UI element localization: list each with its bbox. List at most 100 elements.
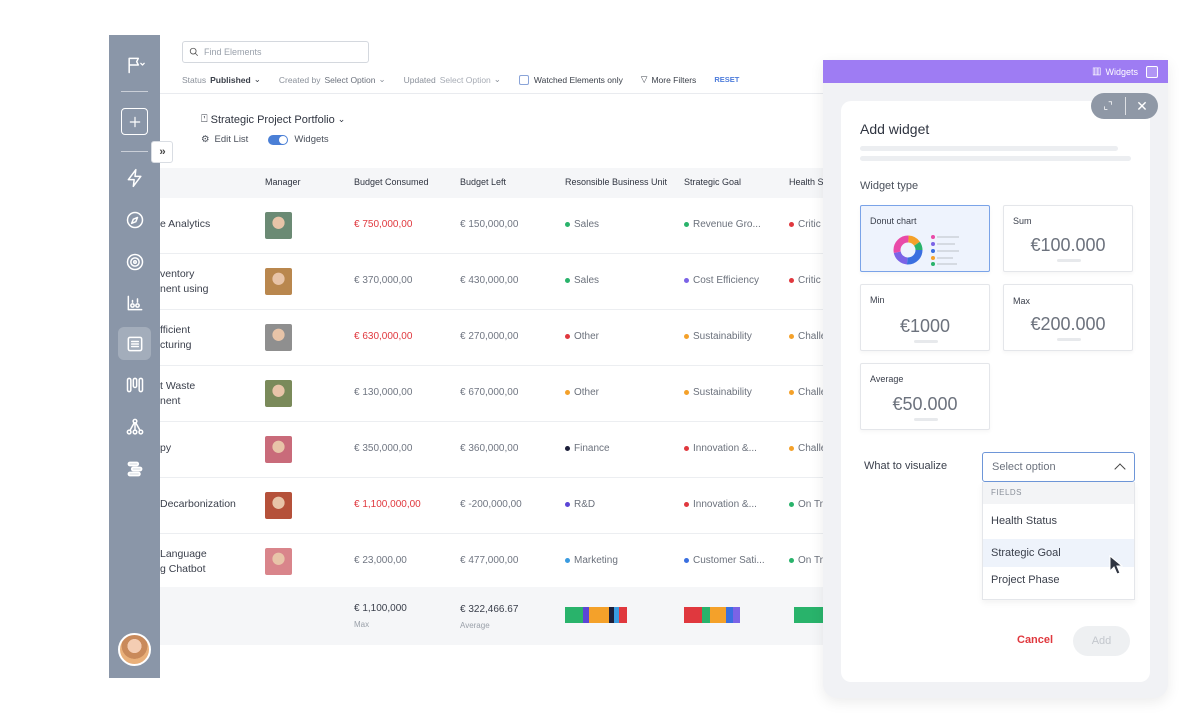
cancel-button[interactable]: Cancel <box>1017 634 1053 646</box>
project-name-line: Decarbonization <box>160 498 236 510</box>
project-name[interactable]: Language g Chatbot <box>160 547 207 577</box>
health-status-tag-label: On Tr <box>798 499 824 510</box>
project-name[interactable]: e Analytics <box>160 217 210 232</box>
column-header-strategic-goal[interactable]: Strategic Goal <box>684 177 741 187</box>
status-dot <box>684 222 689 227</box>
max-tile[interactable]: Max €200.000 <box>1003 284 1133 351</box>
bookmark-icon: ⍞ <box>201 113 208 125</box>
manager-avatar[interactable] <box>265 492 292 519</box>
business-unit-tag: R&D <box>565 499 595 510</box>
project-name[interactable]: Decarbonization <box>160 497 236 512</box>
health-status-tag: Challe <box>789 387 826 398</box>
health-status-distribution-bar <box>794 607 823 623</box>
option-health-status[interactable]: Health Status <box>983 507 1134 535</box>
list-view-icon[interactable] <box>122 331 148 357</box>
health-status-tag: Challe <box>789 443 826 454</box>
project-name[interactable]: fficient cturing <box>160 323 192 353</box>
status-dot <box>789 502 794 507</box>
manager-avatar[interactable] <box>265 436 292 463</box>
collapse-icon[interactable]: ⌞⌝ <box>1091 101 1125 112</box>
project-name[interactable]: ventory nent using <box>160 267 208 297</box>
strategic-goal-tag: Cost Efficiency <box>684 275 759 286</box>
min-tile[interactable]: Min €1000 <box>860 284 990 351</box>
manager-avatar[interactable] <box>265 380 292 407</box>
budget-left: € 360,000,00 <box>460 443 519 454</box>
network-icon[interactable] <box>122 414 148 440</box>
status-filter[interactable]: Status Published ⌄ <box>182 74 261 85</box>
project-name-line: e Analytics <box>160 218 211 230</box>
project-name[interactable]: t Waste nent <box>160 379 195 409</box>
chart-icon[interactable] <box>122 290 148 316</box>
donut-chart-tile[interactable]: Donut chart <box>860 205 990 272</box>
compass-icon[interactable] <box>122 207 148 233</box>
column-header-health-status[interactable]: Health S <box>789 177 824 187</box>
project-name[interactable]: py <box>160 441 171 456</box>
business-unit-tag-label: Other <box>574 387 600 398</box>
column-header-budget-consumed[interactable]: Budget Consumed <box>354 177 429 187</box>
edit-list-button[interactable]: Edit List <box>215 134 249 145</box>
business-unit-tag: Sales <box>565 275 599 286</box>
add-button-disabled[interactable]: Add <box>1073 626 1130 656</box>
strategic-goal-tag-label: Revenue Gro... <box>693 219 761 230</box>
status-dot <box>565 558 570 563</box>
list-actions: ⚙ Edit List Widgets <box>201 134 329 145</box>
business-unit-distribution-bar <box>565 607 627 623</box>
visualize-select[interactable]: Select option <box>982 452 1135 482</box>
manager-avatar[interactable] <box>265 324 292 351</box>
status-dot <box>789 278 794 283</box>
lightning-icon[interactable] <box>122 165 148 191</box>
skeleton-line <box>860 156 1131 161</box>
created-by-filter[interactable]: Created by Select Option ⌄ <box>279 74 386 85</box>
checkbox-box[interactable] <box>518 74 529 85</box>
sum-tile[interactable]: Sum €100.000 <box>1003 205 1133 272</box>
target-icon[interactable] <box>122 249 148 275</box>
close-icon[interactable]: ✕ <box>1126 98 1158 115</box>
budget-left: € 150,000,00 <box>460 219 519 230</box>
kanban-icon[interactable] <box>122 372 148 398</box>
column-header-business-unit[interactable]: Resonsible Business Unit <box>565 177 667 187</box>
status-dot <box>565 390 570 395</box>
status-dot <box>684 334 689 339</box>
panel-minimize-icon[interactable] <box>1146 65 1158 78</box>
status-dot <box>684 446 689 451</box>
funnel-icon: ▽ <box>640 74 648 84</box>
business-unit-tag-label: Sales <box>574 275 600 286</box>
add-button[interactable] <box>121 108 148 135</box>
budget-consumed: € 630,000,00 <box>354 331 413 342</box>
widgets-toggle[interactable] <box>268 134 289 145</box>
timeline-icon[interactable] <box>122 456 148 482</box>
visualize-dropdown: FIELDS Health Status Strategic Goal Proj… <box>982 482 1135 600</box>
chevron-down-icon: ⌄ <box>378 74 386 84</box>
project-name-line: g Chatbot <box>160 563 206 575</box>
search-input[interactable]: Find Elements <box>182 41 369 63</box>
status-dot <box>565 446 570 451</box>
strategic-goal-tag-label: Innovation &... <box>693 443 757 454</box>
status-dot <box>789 222 794 227</box>
manager-avatar[interactable] <box>265 548 292 575</box>
budget-consumed: € 1,100,000,00 <box>354 499 421 510</box>
health-status-tag: Critic <box>789 275 821 286</box>
column-header-budget-left[interactable]: Budget Left <box>460 177 506 187</box>
updated-filter[interactable]: Updated Select Option ⌄ <box>404 74 501 85</box>
search-icon <box>189 47 199 57</box>
row-divider <box>160 533 823 534</box>
expand-sidebar-button[interactable]: ›› <box>151 141 173 163</box>
strategic-goal-tag-label: Cost Efficiency <box>693 275 759 286</box>
user-avatar[interactable] <box>118 633 151 666</box>
average-tile[interactable]: Average €50.000 <box>860 363 990 430</box>
business-unit-tag: Finance <box>565 443 610 454</box>
flag-menu-icon[interactable] <box>122 52 148 78</box>
legend-lines-icon <box>931 235 959 266</box>
manager-avatar[interactable] <box>265 268 292 295</box>
manager-avatar[interactable] <box>265 212 292 239</box>
widget-type-label: Widget type <box>860 180 919 192</box>
more-filters-button[interactable]: ▽ More Filters <box>641 74 696 85</box>
tile-underline <box>1057 259 1081 262</box>
status-dot <box>684 558 689 563</box>
reset-link[interactable]: RESET <box>714 75 739 84</box>
status-dot <box>565 278 570 283</box>
column-header-manager[interactable]: Manager <box>265 177 301 187</box>
watched-elements-checkbox[interactable]: Watched Elements only <box>518 74 623 85</box>
list-selector[interactable]: ⍞ Strategic Project Portfolio ⌄ <box>201 113 345 126</box>
app-stage: ›› Find Elements Status Published ⌄ Creat… <box>0 0 1190 714</box>
